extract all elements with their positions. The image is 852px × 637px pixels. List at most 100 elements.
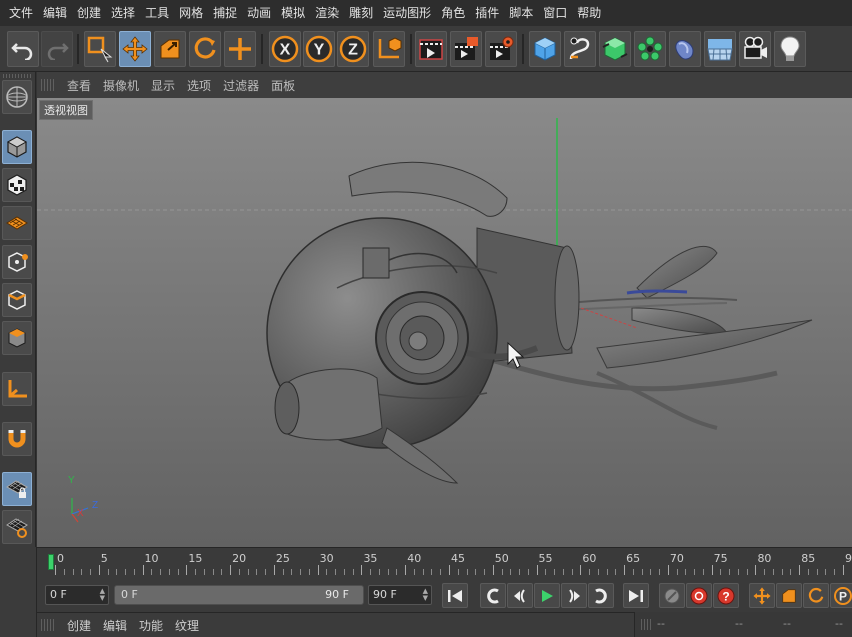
menu-simulate[interactable]: 模拟 bbox=[276, 0, 310, 26]
timeline-tick bbox=[562, 569, 564, 575]
timeline-tick-label: 40 bbox=[407, 552, 422, 565]
key-position-button[interactable] bbox=[749, 583, 775, 608]
svg-text:X: X bbox=[77, 508, 84, 519]
menu-mograph[interactable]: 运动图形 bbox=[378, 0, 436, 26]
key-parameter-button[interactable]: P bbox=[830, 583, 852, 608]
autokeying-button[interactable] bbox=[686, 583, 712, 608]
viewport-menu-view[interactable]: 查看 bbox=[61, 77, 97, 94]
timeline-tick bbox=[597, 569, 599, 575]
add-generator-button[interactable] bbox=[599, 31, 631, 67]
timeline-tick bbox=[606, 569, 608, 575]
add-cube-button[interactable] bbox=[529, 31, 561, 67]
add-light-button[interactable] bbox=[774, 31, 806, 67]
material-menu-function[interactable]: 功能 bbox=[133, 617, 169, 634]
timeline-tick-label: 75 bbox=[713, 552, 728, 565]
add-tool-button[interactable] bbox=[224, 31, 256, 67]
texture-mode-button[interactable] bbox=[2, 168, 32, 202]
end-frame-field[interactable]: 90 F ▲ ▼ bbox=[368, 585, 432, 605]
render-to-picture-viewer-button[interactable] bbox=[450, 31, 482, 67]
add-mograph-button[interactable] bbox=[634, 31, 666, 67]
timeline-tick-label: 80 bbox=[757, 552, 772, 565]
menu-tools[interactable]: 工具 bbox=[140, 0, 174, 26]
step-forward-button[interactable] bbox=[561, 583, 587, 608]
live-select-button[interactable] bbox=[84, 31, 116, 67]
record-active-objects-button[interactable] bbox=[659, 583, 685, 608]
menu-character[interactable]: 角色 bbox=[436, 0, 470, 26]
timeline-tick bbox=[589, 569, 591, 575]
material-menu-create[interactable]: 创建 bbox=[61, 617, 97, 634]
menu-script[interactable]: 脚本 bbox=[504, 0, 538, 26]
key-rotation-button[interactable] bbox=[803, 583, 829, 608]
step-back-icon bbox=[514, 588, 525, 603]
rotate-tool-button[interactable] bbox=[189, 31, 221, 67]
menu-file[interactable]: 文件 bbox=[4, 0, 38, 26]
svg-text:Z: Z bbox=[92, 500, 98, 511]
menu-window[interactable]: 窗口 bbox=[538, 0, 572, 26]
menu-select[interactable]: 选择 bbox=[106, 0, 140, 26]
y-axis-lock-button[interactable]: Y bbox=[303, 31, 335, 67]
workplane-lock-icon bbox=[6, 480, 28, 498]
menu-render[interactable]: 渲染 bbox=[310, 0, 344, 26]
viewport-menu-options[interactable]: 选项 bbox=[181, 77, 217, 94]
previous-key-icon bbox=[487, 588, 499, 603]
polygon-mode-button[interactable] bbox=[2, 321, 32, 355]
point-mode-button[interactable] bbox=[2, 245, 32, 279]
add-deformer-button[interactable] bbox=[669, 31, 701, 67]
timeline-ruler[interactable]: 0 5 10 15 20 25 30 35 40 45 50 55 60 65 70 75 80 85 90 bbox=[37, 547, 852, 579]
object-mode-button[interactable] bbox=[2, 130, 32, 164]
menu-mesh[interactable]: 网格 bbox=[174, 0, 208, 26]
coord-value: -- bbox=[735, 617, 743, 630]
viewport-menu-camera[interactable]: 摄像机 bbox=[97, 77, 145, 94]
material-menu-edit[interactable]: 编辑 bbox=[97, 617, 133, 634]
move-tool-button[interactable] bbox=[119, 31, 151, 67]
perspective-viewport[interactable]: 透视视图 Y Z X bbox=[37, 98, 852, 547]
z-axis-lock-button[interactable]: Z bbox=[337, 31, 369, 67]
go-to-next-keyframe-button[interactable] bbox=[588, 583, 614, 608]
texture-mode-icon bbox=[6, 216, 28, 230]
coordinate-system-button[interactable] bbox=[373, 31, 405, 67]
viewport-menu-panel[interactable]: 面板 bbox=[265, 77, 301, 94]
viewport-menu-filter[interactable]: 过滤器 bbox=[217, 77, 265, 94]
play-forward-button[interactable] bbox=[534, 583, 560, 608]
timeline-tick bbox=[230, 565, 232, 575]
add-spline-button[interactable] bbox=[564, 31, 596, 67]
edge-mode-button[interactable] bbox=[2, 283, 32, 317]
mode-palette bbox=[0, 72, 36, 547]
menu-create[interactable]: 创建 bbox=[72, 0, 106, 26]
timeline-tick bbox=[72, 569, 74, 575]
add-floor-button[interactable] bbox=[704, 31, 736, 67]
workplane-lock-button[interactable] bbox=[2, 472, 32, 506]
scale-tool-button[interactable] bbox=[154, 31, 186, 67]
timeline-playhead[interactable] bbox=[48, 554, 54, 570]
parameter-icon: P bbox=[834, 586, 852, 605]
redo-button[interactable] bbox=[41, 31, 73, 67]
keyframe-selection-button[interactable]: ? bbox=[713, 583, 739, 608]
current-frame-field[interactable]: 0 F ▲ ▼ bbox=[45, 585, 109, 605]
menu-snap[interactable]: 捕捉 bbox=[208, 0, 242, 26]
render-view-button[interactable] bbox=[415, 31, 447, 67]
go-to-previous-keyframe-button[interactable] bbox=[480, 583, 506, 608]
preview-range-slider[interactable]: 0 F 90 F bbox=[114, 585, 364, 605]
key-scale-button[interactable] bbox=[776, 583, 802, 608]
material-menu-texture[interactable]: 纹理 bbox=[169, 617, 205, 634]
snap-button[interactable] bbox=[2, 422, 32, 456]
go-to-end-button[interactable] bbox=[623, 583, 649, 608]
step-back-button[interactable] bbox=[507, 583, 533, 608]
add-camera-button[interactable] bbox=[739, 31, 771, 67]
undo-button[interactable] bbox=[7, 31, 39, 67]
menu-sculpt[interactable]: 雕刻 bbox=[344, 0, 378, 26]
menu-edit[interactable]: 编辑 bbox=[38, 0, 72, 26]
axis-mode-button[interactable] bbox=[2, 372, 32, 406]
menu-animate[interactable]: 动画 bbox=[242, 0, 276, 26]
menu-help[interactable]: 帮助 bbox=[572, 0, 606, 26]
x-axis-lock-button[interactable]: X bbox=[269, 31, 301, 67]
go-to-start-button[interactable] bbox=[442, 583, 468, 608]
menu-plugins[interactable]: 插件 bbox=[470, 0, 504, 26]
timeline-tick bbox=[720, 569, 722, 575]
viewport-menu-display[interactable]: 显示 bbox=[145, 77, 181, 94]
render-settings-button[interactable] bbox=[485, 31, 517, 67]
add-icon bbox=[229, 38, 251, 60]
workplane-button[interactable] bbox=[2, 510, 32, 544]
model-mode-button[interactable] bbox=[2, 80, 32, 114]
texture-axis-mode-button[interactable] bbox=[2, 206, 32, 240]
